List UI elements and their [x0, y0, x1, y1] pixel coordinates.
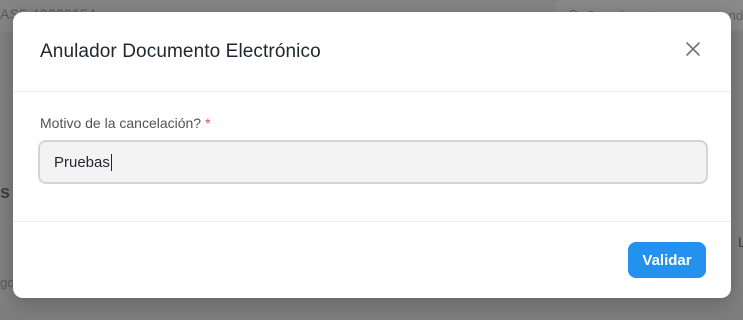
- close-icon: [686, 42, 700, 56]
- modal-body: Motivo de la cancelación? * Pruebas: [13, 92, 731, 222]
- cancel-reason-value: Pruebas: [54, 153, 110, 171]
- text-caret: [110, 153, 112, 171]
- modal-footer: Validar: [13, 222, 731, 298]
- required-mark: *: [205, 115, 211, 131]
- background-right-letter: L: [738, 234, 743, 250]
- cancel-reason-label-text: Motivo de la cancelación?: [40, 115, 202, 131]
- close-button[interactable]: [679, 38, 707, 62]
- modal-header: Anulador Documento Electrónico: [13, 12, 731, 92]
- background-bottom-strip: [0, 306, 743, 320]
- cancel-reason-label: Motivo de la cancelación? *: [40, 115, 211, 131]
- modal-title: Anulador Documento Electrónico: [40, 41, 321, 62]
- validate-button[interactable]: Validar: [628, 242, 706, 278]
- cancel-reason-input[interactable]: Pruebas: [38, 140, 708, 184]
- cancel-document-modal: Anulador Documento Electrónico Motivo de…: [13, 12, 731, 298]
- background-section-letter: s: [0, 182, 11, 202]
